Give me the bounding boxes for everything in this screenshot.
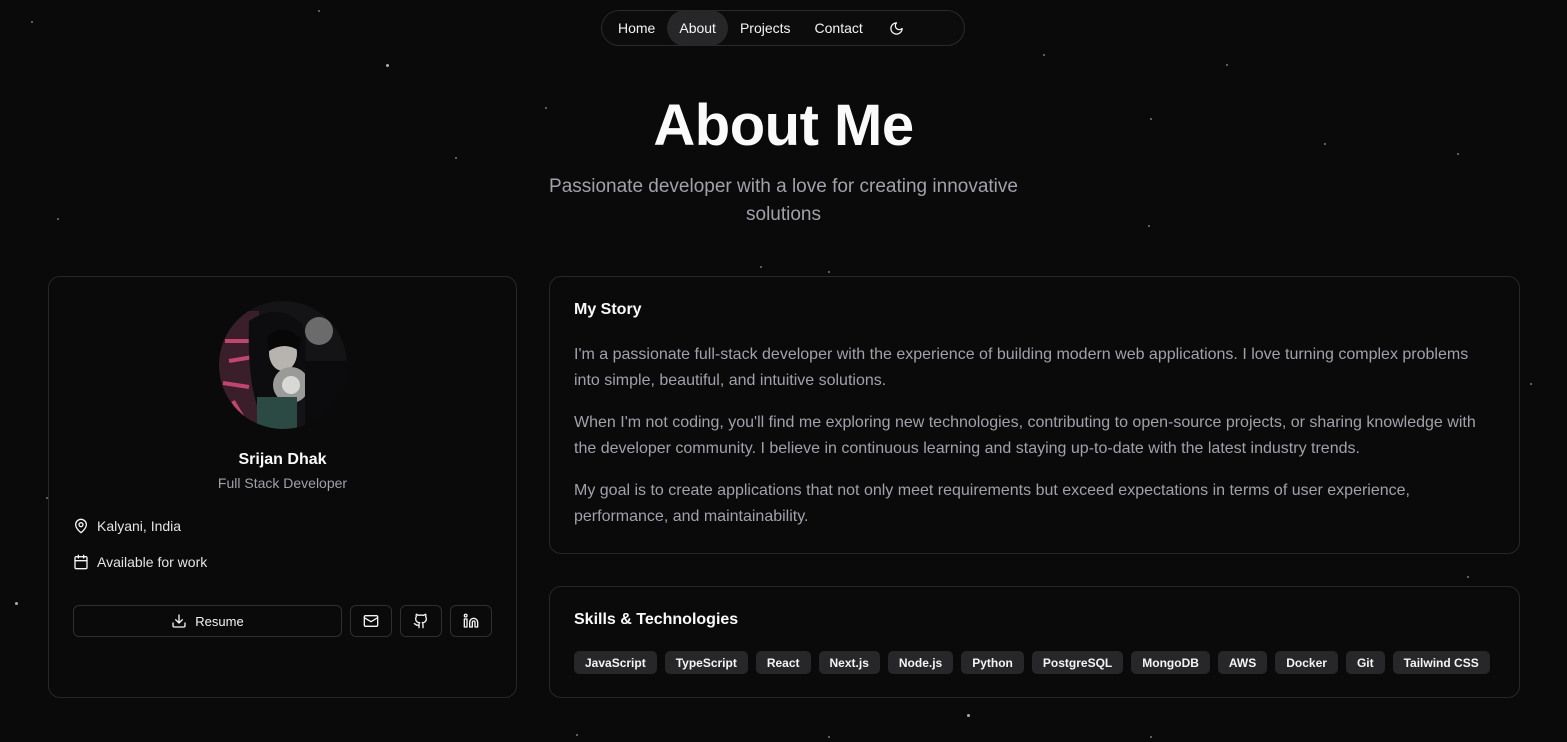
skill-list: JavaScript TypeScript React Next.js Node… bbox=[574, 651, 1490, 674]
nav-about[interactable]: About bbox=[667, 10, 728, 46]
story-paragraph: When I'm not coding, you'll find me expl… bbox=[574, 414, 1476, 457]
page-title: About Me bbox=[653, 93, 914, 158]
moon-icon bbox=[890, 21, 904, 35]
profile-role: Full Stack Developer bbox=[217, 475, 348, 491]
resume-button[interactable]: Resume bbox=[73, 605, 342, 637]
story-card: My Story I'm a passionate full-stack dev… bbox=[549, 276, 1520, 554]
map-pin-icon bbox=[75, 518, 87, 534]
skill-badge: MongoDB bbox=[1131, 651, 1210, 674]
availability-text: Available for work bbox=[97, 554, 208, 570]
skills-title: Skills & Technologies bbox=[574, 611, 739, 628]
avatar bbox=[219, 301, 347, 429]
skill-badge: Docker bbox=[1275, 651, 1338, 674]
linkedin-icon bbox=[463, 613, 479, 628]
nav-projects[interactable]: Projects bbox=[728, 10, 803, 46]
top-nav: Home About Projects Contact bbox=[601, 10, 965, 46]
skill-badge: PostgreSQL bbox=[1031, 651, 1124, 674]
nav-contact[interactable]: Contact bbox=[803, 10, 875, 46]
skill-badge: Git bbox=[1345, 651, 1385, 674]
mail-icon bbox=[363, 615, 379, 627]
resume-label: Resume bbox=[195, 613, 244, 629]
skill-badge: Node.js bbox=[887, 651, 954, 674]
github-button[interactable] bbox=[400, 605, 442, 637]
skill-badge: Next.js bbox=[818, 651, 880, 674]
theme-toggle-button[interactable] bbox=[879, 10, 915, 46]
story-paragraph: I'm a passionate full-stack developer wi… bbox=[574, 346, 1469, 389]
nav-home[interactable]: Home bbox=[606, 10, 667, 46]
linkedin-button[interactable] bbox=[450, 605, 492, 637]
location-row: Kalyani, India bbox=[73, 518, 181, 534]
skills-card: Skills & Technologies JavaScript TypeScr… bbox=[549, 586, 1520, 698]
skill-badge: AWS bbox=[1217, 651, 1268, 674]
availability-row: Available for work bbox=[73, 554, 207, 570]
skill-badge: Python bbox=[961, 651, 1024, 674]
calendar-icon bbox=[74, 554, 88, 570]
skill-badge: Tailwind CSS bbox=[1392, 651, 1490, 674]
location-text: Kalyani, India bbox=[97, 518, 182, 534]
page-subtitle: Passionate developer with a love for cre… bbox=[549, 176, 1018, 225]
skill-badge: JavaScript bbox=[574, 651, 657, 674]
skill-badge: React bbox=[755, 651, 811, 674]
skill-badge: TypeScript bbox=[664, 651, 748, 674]
story-title: My Story bbox=[574, 301, 642, 318]
profile-card: Srijan Dhak Full Stack Developer Kalyani… bbox=[48, 276, 517, 698]
story-paragraph: My goal is to create applications that n… bbox=[574, 482, 1410, 525]
email-button[interactable] bbox=[350, 605, 392, 637]
github-icon bbox=[413, 613, 428, 629]
download-icon bbox=[172, 614, 186, 628]
profile-name: Srijan Dhak bbox=[238, 451, 327, 468]
